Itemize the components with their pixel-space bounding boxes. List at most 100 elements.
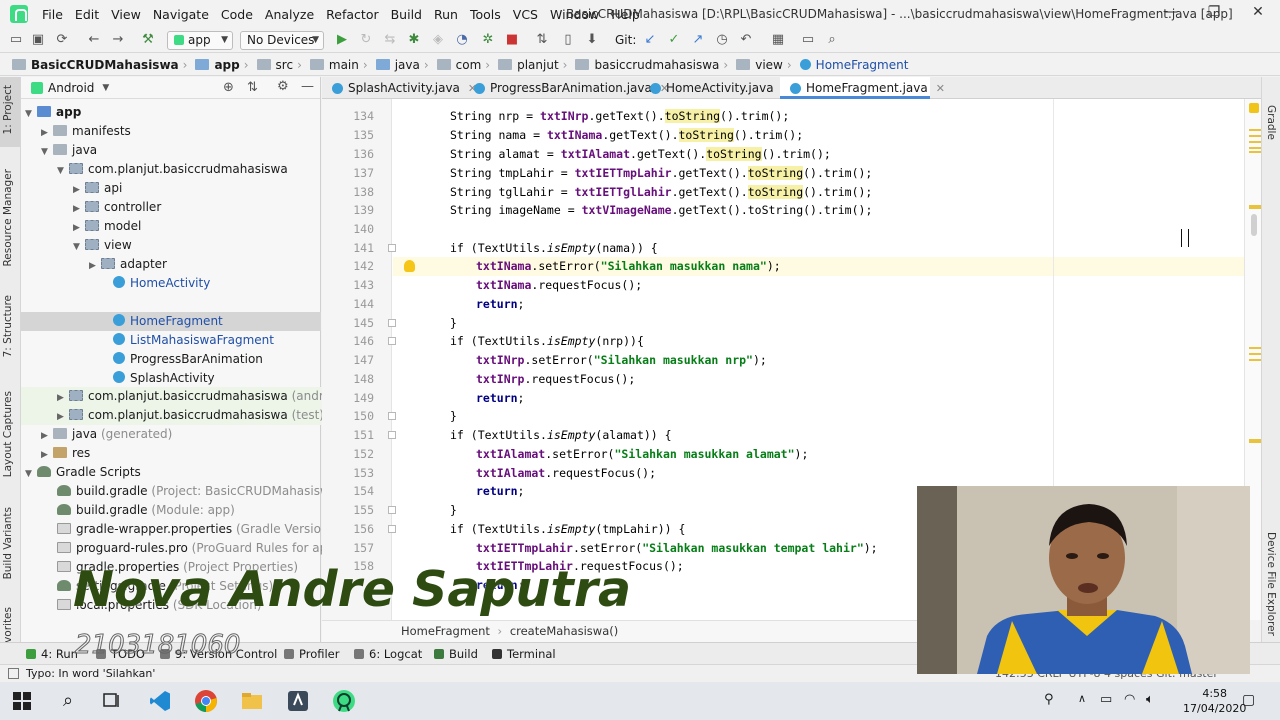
project-tool-tab[interactable]: 1: Project [2,85,14,134]
close-icon[interactable]: ✕ [1247,4,1269,24]
gear-icon[interactable]: ⚙ [277,79,289,94]
debug-icon[interactable]: ✱ [406,32,422,48]
tab-homeactivity[interactable]: HomeActivity.java✕ [640,77,791,99]
coverage-icon[interactable]: ◈ [430,32,446,48]
tree-item-homefragment[interactable]: HomeFragment [101,312,223,331]
search-icon[interactable]: ⌕ [824,32,840,48]
git-rollback-icon[interactable]: ↶ [738,32,754,48]
menu-vcs[interactable]: VCS [507,7,544,22]
android-studio-taskbar-icon[interactable] [332,689,356,713]
breadcrumb-item[interactable]: HomeFragment [796,58,913,72]
make-project-icon[interactable]: ⚒ [140,32,156,48]
tree-item-gradle-scripts[interactable]: ▼ Gradle Scripts [25,463,141,482]
menu-edit[interactable]: Edit [69,7,105,22]
tree-item-package-test[interactable]: ▶ com.planjut.basiccrudmahasiswa (test) [57,406,324,425]
tree-item-listmahasiswafragment[interactable]: ListMahasiswaFragment [101,331,274,350]
tab-profiler[interactable]: Profiler [284,647,340,661]
tree-item-homeactivity[interactable]: HomeActivity [101,274,210,293]
tree-item-build-gradle-project[interactable]: build.gradle (Project: BasicCRUDMahasisw… [57,482,342,501]
tree-item-manifests[interactable]: ▶ manifests [41,122,131,141]
tree-item-controller[interactable]: ▶ controller [73,198,161,217]
tree-item-api[interactable]: ▶ api [73,179,122,198]
breadcrumb-item[interactable]: src › [253,58,306,72]
module-selector[interactable]: app ▼ [167,31,233,50]
minimize-icon[interactable]: — [1160,4,1182,24]
tab-splashactivity[interactable]: SplashActivity.java ✕ [322,77,477,99]
run-icon[interactable]: ▶ [334,32,350,48]
tree-item-res[interactable]: ▶ res [41,444,90,463]
hide-panel-icon[interactable]: — [301,79,314,94]
git-commit-icon[interactable]: ✓ [666,32,682,48]
fold-icon[interactable] [388,431,396,439]
editor-crumb-class[interactable]: HomeFragment [401,624,490,638]
menu-file[interactable]: File [36,7,69,22]
fold-icon[interactable] [388,244,396,252]
menu-analyze[interactable]: Analyze [259,7,320,22]
menu-build[interactable]: Build [385,7,428,22]
breadcrumb-item[interactable]: main › [306,58,372,72]
menu-run[interactable]: Run [428,7,464,22]
maximize-icon[interactable]: ❐ [1203,4,1225,24]
attach-debugger-icon[interactable]: ✲ [480,32,496,48]
tree-item-build-gradle-app[interactable]: build.gradle (Module: app) [57,501,235,520]
fold-icon[interactable] [388,337,396,345]
profile-icon[interactable]: ◔ [454,32,470,48]
resource-manager-tab[interactable]: Resource Manager [2,169,14,267]
save-all-icon[interactable]: ▣ [30,32,46,48]
menu-refactor[interactable]: Refactor [320,7,384,22]
app-icon[interactable] [286,689,310,713]
breadcrumb-item[interactable]: basiccrudmahasiswa › [571,58,732,72]
apply-changes-icon[interactable]: ↻ [358,32,374,48]
menu-code[interactable]: Code [215,7,259,22]
menu-view[interactable]: View [105,7,147,22]
tab-terminal[interactable]: Terminal [492,647,556,661]
tab-build[interactable]: Build [434,647,478,661]
collapse-all-icon[interactable]: ⇅ [247,80,258,95]
tab-run[interactable]: 4: Run [26,647,78,661]
tree-item-splashactivity[interactable]: SplashActivity [101,369,215,388]
view-mode-selector[interactable]: Android [48,81,94,95]
tree-item-model[interactable]: ▶ model [73,217,141,236]
tree-item-app[interactable]: ▼ app [25,103,81,122]
fold-icon[interactable] [388,525,396,533]
chevron-down-icon[interactable]: ▼ [102,83,109,93]
notifications-icon[interactable]: ▢ [1242,692,1255,708]
windows-start-icon[interactable] [10,689,34,713]
git-push-icon[interactable]: ↗ [690,32,706,48]
tab-logcat[interactable]: 6: Logcat [354,647,422,661]
tree-item-progressbaranimation[interactable]: ProgressBarAnimation [101,350,263,369]
tree-item-adapter[interactable]: ▶ adapter [89,255,167,274]
breadcrumb-item[interactable]: java › [372,58,433,72]
battery-icon[interactable]: ▭ [1100,692,1112,707]
terminal-icon[interactable]: ▭ [800,32,816,48]
git-history-icon[interactable]: ◷ [714,32,730,48]
sync-icon[interactable]: ⟳ [54,32,70,48]
locate-icon[interactable]: ⊕ [223,80,234,95]
device-file-explorer-tab[interactable]: Device File Explorer [1265,532,1277,636]
build-variants-tab[interactable]: Build Variants [2,507,14,579]
sdk-manager-icon[interactable]: ⬇ [584,32,600,48]
tab-progressbaranimation[interactable]: ProgressBarAnimation.java ✕ [464,77,669,99]
fold-icon[interactable] [388,319,396,327]
warning-indicator-icon[interactable] [1249,103,1259,113]
close-tab-icon[interactable]: ✕ [936,82,945,95]
tab-homefragment[interactable]: HomeFragment.java ✕ [780,77,945,99]
fold-icon[interactable] [388,506,396,514]
chrome-icon[interactable] [194,689,218,713]
menu-tools[interactable]: Tools [464,7,507,22]
breadcrumb-item[interactable]: com › [433,58,494,72]
search-icon[interactable]: ⌕ [56,689,80,713]
project-structure-icon[interactable]: ▦ [770,32,786,48]
lightbulb-icon[interactable] [404,260,415,272]
git-update-icon[interactable]: ↙ [642,32,658,48]
volume-icon[interactable]: 🔈︎ [1146,692,1154,707]
stop-icon[interactable]: ■ [504,32,520,48]
apply-code-changes-icon[interactable]: ⇆ [382,32,398,48]
scroll-thumb[interactable] [1251,214,1257,236]
tree-item-package[interactable]: ▼ com.planjut.basiccrudmahasiswa [57,160,288,179]
toggle-panels-icon[interactable] [8,668,19,679]
forward-arrow-icon[interactable]: → [110,32,126,48]
fold-icon[interactable] [388,412,396,420]
structure-tab[interactable]: 7: Structure [2,295,14,357]
tree-item-gradle-wrapper[interactable]: gradle-wrapper.properties (Gradle Versio… [57,520,333,539]
